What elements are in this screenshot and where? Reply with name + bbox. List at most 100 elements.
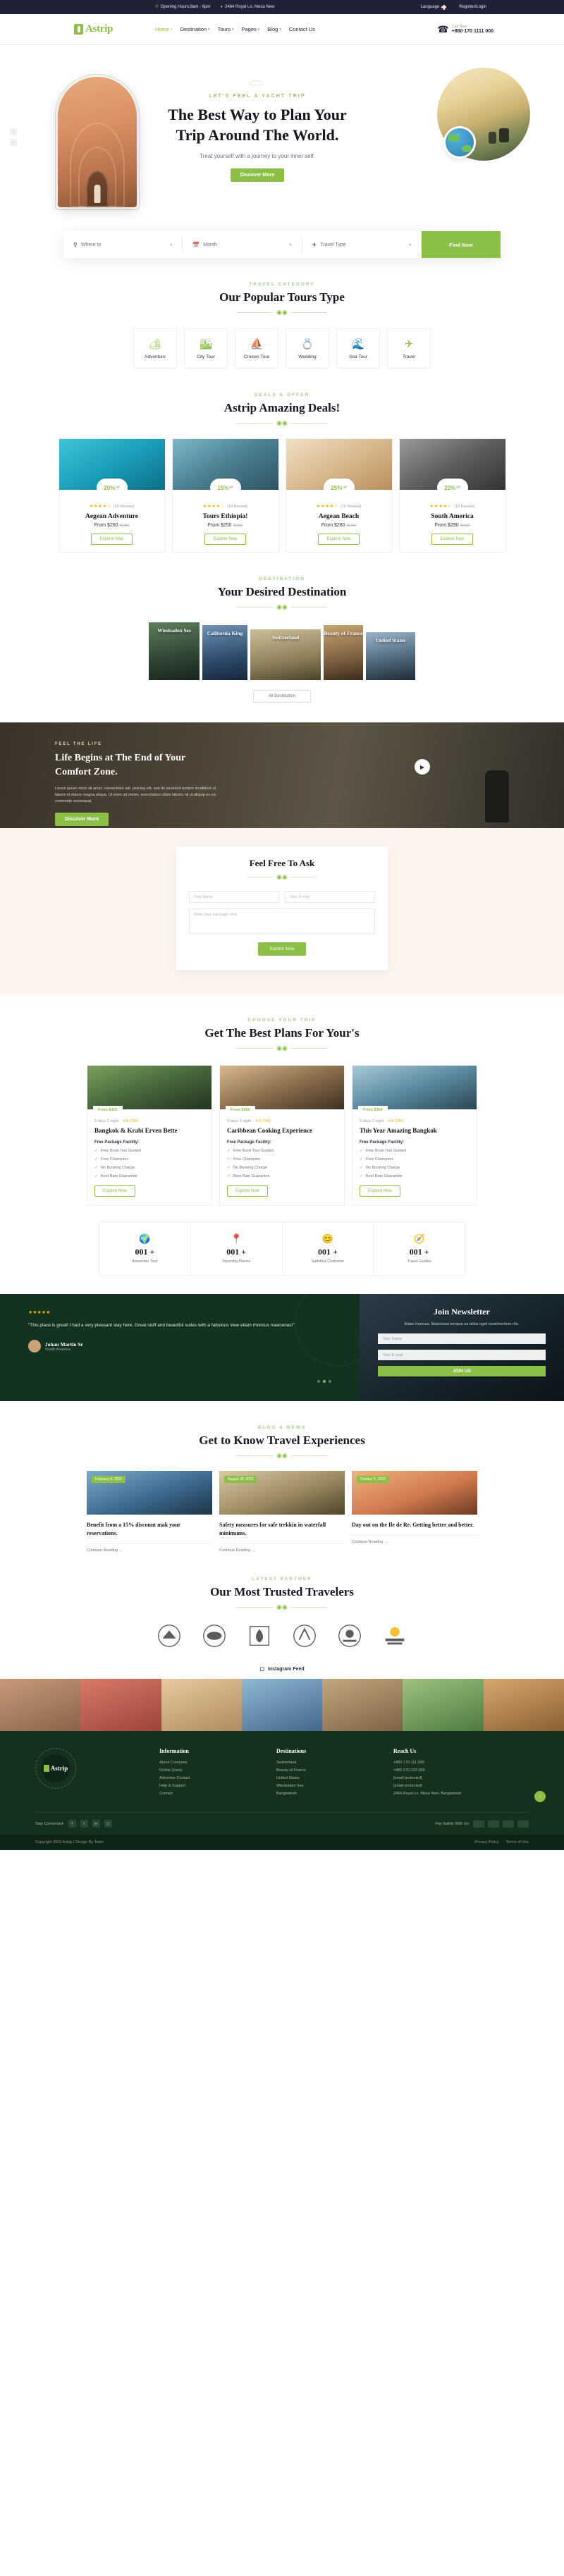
plan-explore-button[interactable]: Explore Now [360,1185,401,1197]
instagram-photo[interactable] [403,1679,484,1731]
instagram-photo[interactable] [80,1679,161,1731]
globe-icon: 🌍 [139,1233,151,1244]
nav-item-home[interactable]: Home ▾ [155,26,173,32]
section-divider: ◉◉ [28,1603,536,1611]
instagram-photo[interactable] [322,1679,403,1731]
instagram-icon[interactable]: ▢ [104,1820,112,1828]
nav-item-tours[interactable]: Tours ▾ [218,26,234,32]
testimonial-dot[interactable] [329,1380,331,1383]
footer-link[interactable]: Bangladesh [276,1792,375,1796]
footer-phone[interactable]: +880 170 222 000 [393,1768,506,1773]
map-pin-icon: ● [220,5,223,9]
tour-type-adventure[interactable]: 🏕 Adventure [133,328,177,369]
newsletter-email-input[interactable]: Your E-mail [378,1350,546,1361]
instagram-photo[interactable] [241,1679,323,1731]
blog-read-more-link[interactable]: Continue Reading → [219,1543,345,1553]
newsletter-name-input[interactable]: Your Name [378,1333,546,1345]
deal-card[interactable]: 23% off ★★★★☆ (10 Review) South America F… [398,438,506,553]
instagram-photo[interactable] [161,1679,242,1731]
footer-link[interactable]: Online Query [159,1768,258,1773]
nav-item-pages[interactable]: Pages ▾ [241,26,259,32]
footer-email[interactable]: [email protected] [393,1784,506,1788]
tour-type-cruises-tour[interactable]: ⛵ Cruises Tour [235,328,278,369]
find-now-button[interactable]: Find Now [421,231,501,258]
hero-kicker: LET'S FEEL A YACHT TRIP [209,94,306,99]
destination-card[interactable]: California King [202,625,247,680]
footer-link[interactable]: About Company [159,1761,258,1765]
blog-post-card[interactable]: February 8, 2022 Benefit from a 15% disc… [87,1471,212,1553]
footer-link[interactable]: Help & Support [159,1784,258,1788]
nav-item-blog[interactable]: Blog ▾ [267,26,281,32]
footer-link[interactable]: Contact [159,1792,258,1796]
nav-item-destination[interactable]: Destination ▾ [180,26,210,32]
tour-type-travel[interactable]: ✈ Travel [387,328,431,369]
deal-explore-button[interactable]: Explore Now [318,534,360,545]
plan-card[interactable]: From $300 3 days 1 night 4.8 (786) Carib… [219,1065,345,1206]
go-to-top-button[interactable]: ↑ [534,1791,546,1802]
partner-logo-2 [203,1625,226,1647]
footer-column-information: Information About Company Online Query A… [159,1748,258,1799]
footer-link[interactable]: Beauty of France [276,1768,375,1773]
footer-link[interactable]: Switzerland [276,1761,375,1765]
deal-card[interactable]: 20% off ★★★★☆ (10 Review) Aegean Adventur… [58,438,166,553]
hero-prev-button[interactable]: ‹ [10,128,17,135]
plan-card[interactable]: From $300 3 days 1 night 4.8 (786) This … [352,1065,477,1206]
testimonial-dot[interactable] [317,1380,320,1383]
deal-card[interactable]: 25% off ★★★★☆ (10 Review) Aegean Beach Fr… [285,438,393,553]
cta-discover-more-button[interactable]: Discover More [55,812,109,826]
instagram-photo[interactable] [483,1679,564,1731]
footer-link[interactable]: Wiesbaden Ses [276,1784,375,1788]
testimonial-dot-active[interactable] [323,1380,326,1383]
tour-type-wedding[interactable]: 💍 Wedding [286,328,329,369]
visa-card-icon [473,1820,484,1828]
twitter-icon[interactable]: t [80,1820,88,1828]
facebook-icon[interactable]: f [68,1820,76,1828]
hero-discover-more-button[interactable]: Discover More [230,168,285,183]
message-textarea[interactable]: Write your message here [189,908,375,934]
deal-title: Aegean Beach [318,513,360,520]
footer-phone[interactable]: +880 170 111 000 [393,1761,506,1765]
instagram-photo[interactable] [0,1679,81,1731]
email-input[interactable]: Your E-mail [285,891,375,903]
linkedin-icon[interactable]: in [92,1820,100,1828]
deal-card[interactable]: 15% off ★★★★☆ (10 Review) Tours Ethiopia!… [171,438,279,553]
destination-card[interactable]: Switzerland [250,629,321,680]
destination-card[interactable]: Beauty of France [324,625,363,680]
footer-link[interactable]: Advertise Contact [159,1776,258,1780]
privacy-policy-link[interactable]: Privacy Policy [474,1840,498,1844]
tour-type-city-tour[interactable]: 🏙 City Tour [184,328,228,369]
submit-now-button[interactable]: Submit Now [258,942,306,956]
plan-card[interactable]: From $300 3 days 1 night 4.8 (786) Bangk… [87,1065,212,1206]
tour-type-sea-tour[interactable]: 🌊 Sea Tour [336,328,380,369]
search-travel-type-select[interactable]: ✈ Travel Type ▾ [302,237,422,252]
all-destination-button[interactable]: All Destination [253,690,311,703]
register-login-link[interactable]: Register/Login [459,5,486,9]
copyright-text: Copyright 2022 Astrip | Design By Team [35,1840,104,1844]
plan-explore-button[interactable]: Explore Now [94,1185,136,1197]
language-switcher[interactable]: Language [421,4,447,10]
counter-label: Satisfied Customer [311,1259,345,1264]
destination-card[interactable]: Wiesbaden Ses [149,622,200,680]
call-now[interactable]: ☎ Call Now +880 170 1111 000 [437,24,494,35]
search-month-select[interactable]: 📅 Month ▾ [183,237,302,252]
plan-explore-button[interactable]: Explore Now [227,1185,269,1197]
destination-card[interactable]: United States [366,632,415,680]
deal-explore-button[interactable]: Explore Now [91,534,133,545]
hero-next-button[interactable]: › [10,139,17,146]
blog-post-card[interactable]: October 5, 2022 Day out on the Ile de Re… [352,1471,477,1553]
play-icon[interactable]: ▶ [415,759,430,775]
newsletter-join-button[interactable]: JOIN US [378,1366,546,1377]
terms-of-use-link[interactable]: Terms of Use [506,1840,529,1844]
deal-explore-button[interactable]: Explore Now [204,534,246,545]
nav-item-contact-us[interactable]: Contact Us [289,26,315,32]
search-where-to-select[interactable]: ⚲ Where to ▾ [63,237,183,252]
deal-explore-button[interactable]: Explore Now [431,534,473,545]
discount-value: 25% [331,484,343,491]
footer-email[interactable]: [email protected] [393,1776,506,1780]
blog-read-more-link[interactable]: Continue Reading → [352,1535,477,1544]
footer-link[interactable]: United States [276,1776,375,1780]
blog-read-more-link[interactable]: Continue Reading → [87,1543,212,1553]
first-name-input[interactable]: First Name [189,891,279,903]
logo[interactable]: Astrip [74,23,113,35]
blog-post-card[interactable]: August 08, 2022 Safety measures for safe… [219,1471,345,1553]
